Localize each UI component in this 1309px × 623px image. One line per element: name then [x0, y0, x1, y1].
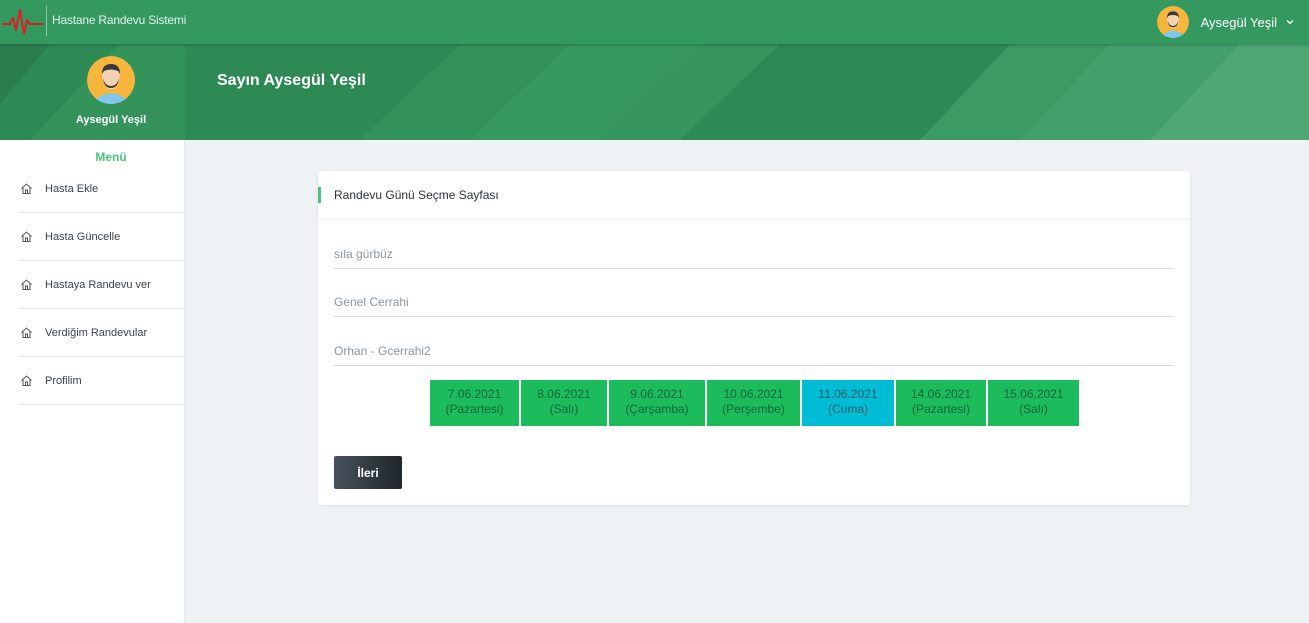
home-icon: [21, 375, 32, 386]
home-icon: [21, 279, 32, 290]
date-option[interactable]: 10.06.2021 (Perşembe): [707, 380, 800, 426]
date-option-date: 11.06.2021: [818, 387, 878, 401]
date-option-date: 9.06.2021: [630, 387, 684, 401]
date-option-date: 15.06.2021: [1003, 387, 1064, 401]
date-option-date: 7.06.2021: [447, 387, 502, 401]
sidebar-item-label[interactable]: Profilim: [45, 375, 82, 387]
home-icon: [21, 327, 32, 338]
date-option-date: 8.06.2021: [537, 387, 591, 401]
sidebar: Menü Hasta Ekle Hasta Güncelle Hastaya R…: [0, 140, 185, 623]
date-option[interactable]: 15.06.2021 (Salı): [988, 380, 1079, 426]
card-title: Randevu Günü Seçme Sayfası: [334, 188, 499, 202]
sidebar-profile: Aysegül Yeşil: [0, 44, 185, 140]
sidebar-menu: Hasta Ekle Hasta Güncelle Hastaya Randev…: [20, 165, 185, 405]
doctor-field[interactable]: Orhan - Gcerrahi2: [334, 330, 1174, 366]
sidebar-item-label[interactable]: Hasta Güncelle: [45, 231, 120, 243]
top-navbar: Hastane Randevu Sistemi Aysegül Yeşil: [0, 0, 1309, 44]
menu-title: Menü: [95, 150, 127, 164]
date-options: 7.06.2021 (Pazartesi) 8.06.2021 (Salı) 9…: [430, 380, 1081, 426]
sidebar-item-label[interactable]: Hastaya Randevu ver: [45, 279, 151, 291]
profile-name: Aysegül Yeşil: [75, 114, 147, 126]
page-title: Sayın Aysegül Yeşil: [217, 72, 366, 89]
date-option-day: (Pazartesi): [911, 402, 970, 416]
department-field[interactable]: Genel Cerrahi: [334, 281, 1174, 317]
user-name[interactable]: Aysegül Yeşil: [1201, 15, 1277, 30]
date-option-selected[interactable]: 11.06.2021 (Cuma): [802, 380, 894, 426]
date-option-date: 14.06.2021: [910, 387, 972, 401]
date-option-day: (Salı): [549, 402, 579, 416]
sidebar-item-hasta-ekle[interactable]: Hasta Ekle: [20, 165, 185, 213]
card-header-accent: [318, 187, 321, 203]
avatar-icon: [1156, 6, 1189, 38]
home-icon: [21, 183, 32, 194]
card-header: Randevu Günü Seçme Sayfası: [318, 171, 1190, 219]
sidebar-item-hastaya-randevu-ver[interactable]: Hastaya Randevu ver: [20, 261, 185, 309]
chevron-down-icon[interactable]: [1285, 17, 1295, 27]
date-option-date: 10.06.2021: [723, 387, 784, 401]
date-option-day: (Salı): [1019, 402, 1048, 416]
patient-field[interactable]: sıla gürbüz: [334, 233, 1174, 269]
date-option[interactable]: 9.06.2021 (Çarşamba): [609, 380, 705, 426]
date-option-day: (Cuma): [827, 402, 868, 416]
date-option[interactable]: 14.06.2021 (Pazartesi): [896, 380, 986, 426]
user-menu[interactable]: Aysegül Yeşil: [1156, 6, 1295, 38]
sidebar-item-verdigim-randevular[interactable]: Verdiğim Randevular: [20, 309, 185, 357]
sidebar-item-label[interactable]: Hasta Ekle: [45, 183, 98, 195]
logo-divider: [46, 6, 47, 36]
next-button[interactable]: İleri: [334, 456, 402, 489]
appointment-day-card: Randevu Günü Seçme Sayfası sıla gürbüz G…: [318, 171, 1190, 505]
heartbeat-logo-icon: [2, 9, 44, 35]
date-option-day: (Pazartesi): [445, 402, 504, 416]
sidebar-item-hasta-guncelle[interactable]: Hasta Güncelle: [20, 213, 185, 261]
home-icon: [21, 231, 32, 242]
date-option[interactable]: 7.06.2021 (Pazartesi): [430, 380, 519, 426]
date-option-day: (Perşembe): [722, 402, 785, 416]
app-title[interactable]: Hastane Randevu Sistemi: [52, 13, 186, 27]
date-option[interactable]: 8.06.2021 (Salı): [521, 380, 607, 426]
user-avatar[interactable]: [1156, 6, 1189, 38]
avatar-icon: [87, 56, 135, 104]
sidebar-item-label[interactable]: Verdiğim Randevular: [45, 327, 147, 339]
date-option-day: (Çarşamba): [625, 402, 689, 416]
profile-avatar: [87, 56, 135, 104]
sidebar-item-profilim[interactable]: Profilim: [20, 357, 185, 405]
